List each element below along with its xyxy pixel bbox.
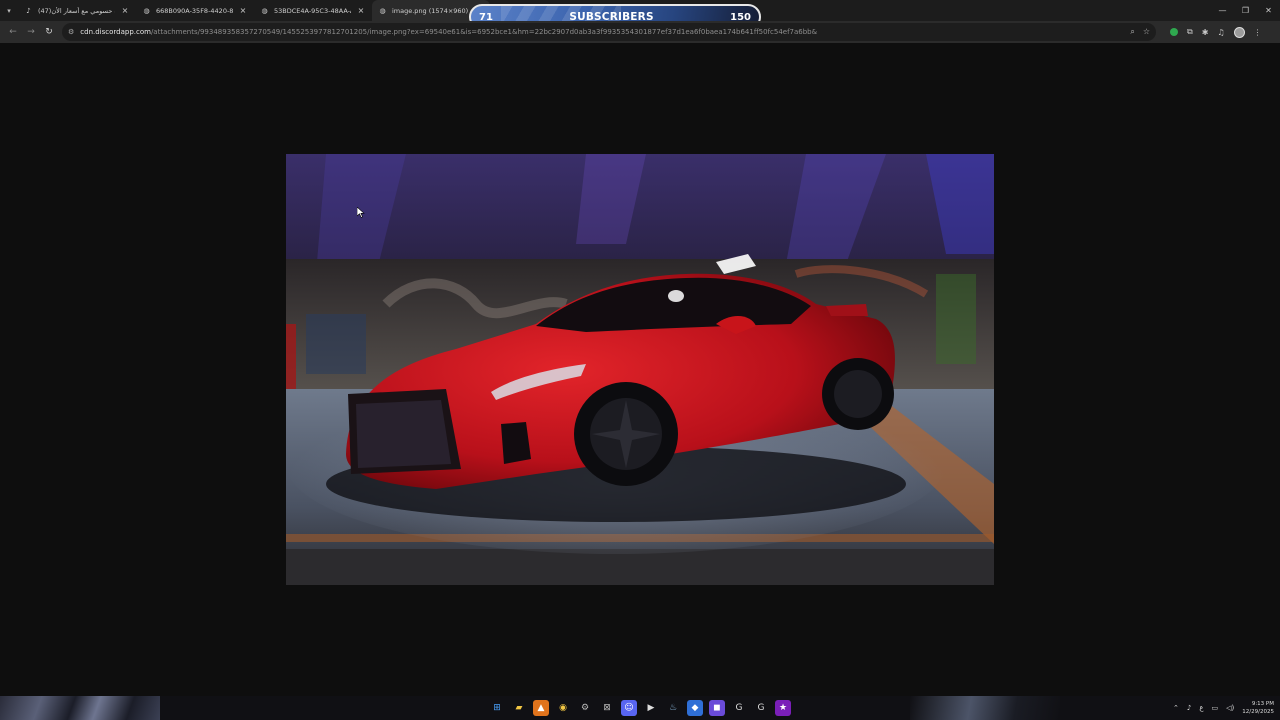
site-info-icon[interactable]: ⚙ [68,28,74,36]
chevron-down-icon: ▾ [7,6,11,15]
close-window-icon[interactable]: ✕ [1257,0,1280,21]
globe-icon: ◍ [261,6,268,15]
wallpaper-fragment [910,696,1060,720]
bookmark-star-icon[interactable]: ☆ [1143,27,1150,37]
displayed-image [286,154,994,585]
address-bar-actions: ⌕ ☆ [1130,27,1150,37]
windows-start-icon[interactable]: ⊞ [489,700,505,716]
mouse-cursor-icon [357,207,365,218]
language-indicator[interactable]: ع [1199,704,1203,712]
clock-time: 9:13 PM [1251,701,1274,707]
media-control-icon[interactable]: ♫ [1217,28,1224,37]
app-purple2-icon[interactable]: ★ [775,700,791,716]
extensions-puzzle-icon[interactable]: ⧉ [1187,27,1193,37]
minimize-icon[interactable]: — [1211,0,1234,21]
tab-3[interactable]: ◍ 53BDCE4A-95C3-48AA-A8B2- × [254,0,372,21]
chrome-icon[interactable]: ◉ [555,700,571,716]
tab-2[interactable]: ◍ 668B090A-35F8-4420-816C-A × [136,0,254,21]
file-explorer-icon[interactable]: ▰ [511,700,527,716]
url-domain: cdn.discordapp.com [80,28,151,36]
back-button[interactable]: ← [4,23,22,41]
extensions-area: ⧉ ✱ ♫ ⋮ [1170,26,1262,38]
zoom-icon[interactable]: ⌕ [1130,27,1134,37]
clock-date: 12/29/2025 [1242,709,1274,715]
close-tab-icon[interactable]: × [356,6,366,15]
browser-toolbar: ← → ↻ ⚙ cdn.discordapp.com/attachments/9… [0,21,1280,43]
microphone-icon[interactable]: ♪ [1187,704,1191,712]
chevron-up-icon[interactable]: ⌃ [1173,704,1179,712]
globe-icon: ◍ [379,6,386,15]
arrow-right-icon: → [27,27,35,37]
clock[interactable]: 9:13 PM 12/29/2025 [1242,700,1274,716]
globe-icon: ◍ [143,6,150,15]
tab-title: (47)مشكلة حسومي مع أسعار الأن [38,6,115,15]
profile-avatar[interactable] [1233,26,1245,38]
reload-button[interactable]: ↻ [40,23,58,41]
app-blue-icon[interactable]: ◆ [687,700,703,716]
address-bar[interactable]: ⚙ cdn.discordapp.com/attachments/9934893… [62,23,1156,41]
wallpaper-fragment [0,696,160,720]
page-viewport [0,43,1280,696]
url-path: /attachments/993489358357270549/14552539… [150,28,818,36]
reload-icon: ↻ [45,27,53,37]
restore-icon[interactable]: ❐ [1234,0,1257,21]
network-icon[interactable]: ▭ [1212,704,1219,712]
taskbar-apps: ⊞ ▰ ▲ ◉ ⚙ ⊠ ☺ ▶ ♨ ◆ ◼ G G ★ [489,700,791,716]
close-tab-icon[interactable]: × [120,6,130,15]
window-controls: — ❐ ✕ [1211,0,1280,21]
tiktok-icon: ♪ [26,6,31,15]
tab-search-button[interactable]: ▾ [0,0,18,21]
app-g-icon[interactable]: G [731,700,747,716]
tab-title: 668B090A-35F8-4420-816C-A [156,6,233,15]
extension-green-icon[interactable] [1170,28,1178,36]
media-icon[interactable]: ▶ [643,700,659,716]
car-garage-image [286,154,994,585]
discord-icon[interactable]: ☺ [621,700,637,716]
windows-taskbar: ⊞ ▰ ▲ ◉ ⚙ ⊠ ☺ ▶ ♨ ◆ ◼ G G ★ ⌃ ♪ ع ▭ ◁) 9… [0,696,1280,720]
app-x-icon[interactable]: ⊠ [599,700,615,716]
app-orange-icon[interactable]: ▲ [533,700,549,716]
more-menu-icon[interactable]: ⋮ [1254,28,1262,37]
app-purple-icon[interactable]: ◼ [709,700,725,716]
app-g2-icon[interactable]: G [753,700,769,716]
tab-title: 53BDCE4A-95C3-48AA-A8B2- [274,6,351,15]
tab-1[interactable]: ♪ (47)مشكلة حسومي مع أسعار الأن × [18,0,136,21]
extension-icon[interactable]: ✱ [1202,28,1209,37]
steam-icon[interactable]: ♨ [665,700,681,716]
system-tray: ⌃ ♪ ع ▭ ◁) 9:13 PM 12/29/2025 [1173,696,1274,720]
close-tab-icon[interactable]: × [238,6,248,15]
forward-button[interactable]: → [22,23,40,41]
speaker-icon[interactable]: ◁) [1226,704,1234,712]
settings-icon[interactable]: ⚙ [577,700,593,716]
arrow-left-icon: ← [9,27,17,37]
